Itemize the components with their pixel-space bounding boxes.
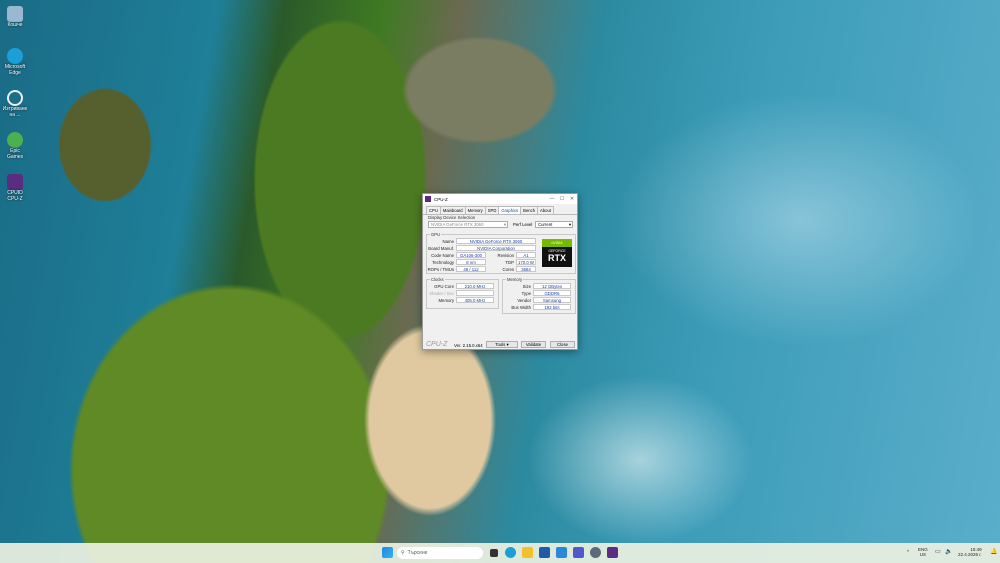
chevron-up-icon[interactable]: ^ bbox=[907, 549, 909, 554]
tab-spd[interactable]: SPD bbox=[484, 206, 500, 214]
type-label: Type bbox=[521, 290, 531, 296]
file-explorer-icon[interactable] bbox=[522, 547, 533, 558]
mem-clock-label: Memory bbox=[438, 297, 454, 303]
geforce-rtx-logo: nVIDIA GEFORCE RTX bbox=[542, 239, 572, 267]
close-icon[interactable]: ✕ bbox=[567, 196, 577, 202]
gpu-clock-label: GPU Core bbox=[434, 283, 454, 289]
vendor-value: Samsung bbox=[533, 297, 571, 303]
desktop-icons: Кошче Microsoft Edge Изтриване на ... Ep… bbox=[2, 2, 28, 212]
tech-label: Technology bbox=[432, 259, 454, 265]
recycle-bin-icon bbox=[7, 6, 23, 22]
tools-label: Tools bbox=[495, 342, 506, 347]
date: 22.4.2026 г. bbox=[958, 552, 982, 557]
tab-graphics[interactable]: Graphics bbox=[498, 206, 522, 214]
cores-label: Cores bbox=[502, 266, 514, 272]
minimize-button[interactable]: — bbox=[547, 196, 557, 202]
code-label: Code Name bbox=[431, 252, 454, 258]
bus-label: Bus Width bbox=[511, 304, 531, 310]
settings-gear-icon[interactable] bbox=[590, 547, 601, 558]
taskbar: ⚲ Търсене ^ ENG US ▭ 🔈 15:49 22.4.2026 г. 🔔 bbox=[0, 543, 1000, 563]
cpuz-icon bbox=[7, 174, 23, 190]
mem-clock-value: 405.0 MHz bbox=[456, 297, 494, 303]
clock[interactable]: 15:49 22.4.2026 г. bbox=[958, 547, 982, 557]
cpuz-window: CPU-Z — ☐ ✕ CPU Mainboard Memory SPD Gra… bbox=[422, 193, 578, 350]
clocks-group-label: Clocks bbox=[430, 277, 445, 282]
name-label: Name bbox=[442, 238, 454, 244]
display-selection-label: Display Device Selection bbox=[428, 215, 476, 220]
device-value: NVIDIA GeForce RTX 3060 bbox=[431, 222, 484, 227]
teams-icon[interactable] bbox=[573, 547, 584, 558]
store-icon[interactable] bbox=[539, 547, 550, 558]
tab-bar: CPU Mainboard Memory SPD Graphics Bench … bbox=[423, 206, 577, 215]
board-label: Board Manuf. bbox=[428, 245, 454, 251]
rops-label: ROPs / TMUs bbox=[427, 266, 454, 272]
edge-icon[interactable] bbox=[505, 547, 516, 558]
volume-icon[interactable]: 🔈 bbox=[945, 548, 952, 555]
board-value: NVIDIA Corporation bbox=[456, 245, 536, 251]
shader-label: Shader / Sec bbox=[429, 290, 454, 296]
gpu-name-value: NVIDIA GeForce RTX 3060 bbox=[456, 238, 536, 244]
memory-group-label: Memory bbox=[506, 277, 524, 282]
search-input[interactable]: ⚲ Търсене bbox=[397, 547, 483, 559]
cpuz-taskbar-icon[interactable] bbox=[607, 547, 618, 558]
network-icon[interactable]: ▭ bbox=[935, 548, 941, 555]
desktop-icon-edge[interactable]: Microsoft Edge bbox=[2, 44, 28, 82]
language-indicator[interactable]: ENG US bbox=[918, 547, 928, 557]
tab-cpu[interactable]: CPU bbox=[426, 206, 441, 214]
revision-label: Revision bbox=[497, 252, 514, 258]
tech-value: 8 nm bbox=[456, 259, 486, 265]
tab-bench[interactable]: Bench bbox=[520, 206, 539, 214]
search-placeholder: Търсене bbox=[407, 550, 428, 556]
bus-value: 192 bits bbox=[533, 304, 571, 310]
cpuz-logo-icon bbox=[425, 196, 431, 202]
cores-value: 3584 bbox=[516, 266, 536, 272]
gpu-group-label: GPU bbox=[430, 232, 442, 237]
desktop-icon-recycle-bin[interactable]: Кошче bbox=[2, 2, 28, 40]
close-button[interactable]: Close bbox=[550, 341, 575, 348]
start-icon[interactable] bbox=[382, 547, 393, 558]
perf-level-label: Perf Level bbox=[513, 222, 533, 227]
code-value: GA106-300 bbox=[456, 252, 486, 258]
device-select[interactable]: NVIDIA GeForce RTX 3060 ▾ bbox=[428, 221, 508, 228]
rtx-text: RTX bbox=[548, 253, 566, 263]
gpu-clock-value: 210.0 MHz bbox=[456, 283, 494, 289]
tools-button[interactable]: Tools ▾ bbox=[486, 341, 518, 348]
game-icon bbox=[7, 132, 23, 148]
clock-icon bbox=[7, 90, 23, 106]
lang-bottom: US bbox=[919, 552, 927, 557]
version-text: Ver. 2.15.0.x64 bbox=[454, 343, 483, 348]
rops-value: 48 / 112 bbox=[456, 266, 486, 272]
tab-memory[interactable]: Memory bbox=[464, 206, 486, 214]
desktop-icon-uninstall[interactable]: Изтриване на ... bbox=[2, 86, 28, 124]
notification-bell-icon[interactable]: 🔔 bbox=[990, 548, 997, 555]
tdp-value: 170.0 W bbox=[516, 259, 536, 265]
title-bar[interactable]: CPU-Z — ☐ ✕ bbox=[423, 194, 577, 204]
type-value: GDDR6 bbox=[533, 290, 571, 296]
size-value: 12 GBytes bbox=[533, 283, 571, 289]
perf-level-value: Current bbox=[538, 222, 553, 227]
validate-button[interactable]: Validate bbox=[521, 341, 546, 348]
perf-level-select[interactable]: Current ▾ bbox=[535, 221, 573, 228]
revision-value: A1 bbox=[516, 252, 536, 258]
shader-value bbox=[456, 290, 494, 296]
vendor-label: Vendor bbox=[517, 297, 531, 303]
mail-icon[interactable] bbox=[556, 547, 567, 558]
desktop-icon-cpuz[interactable]: CPUID CPU-Z bbox=[2, 170, 28, 208]
tab-about[interactable]: About bbox=[537, 206, 554, 214]
desktop-icon-games[interactable]: Epic Games bbox=[2, 128, 28, 166]
edge-icon bbox=[7, 48, 23, 64]
cpuz-brand: CPU-Z bbox=[426, 341, 448, 348]
tab-mainboard[interactable]: Mainboard bbox=[439, 206, 466, 214]
tdp-label: TDP bbox=[505, 259, 514, 265]
maximize-button[interactable]: ☐ bbox=[557, 196, 567, 202]
search-icon: ⚲ bbox=[401, 550, 405, 556]
size-label: Size bbox=[522, 283, 531, 289]
nvidia-badge: nVIDIA bbox=[542, 239, 572, 247]
task-view-icon[interactable] bbox=[490, 549, 498, 557]
window-title: CPU-Z bbox=[434, 196, 448, 202]
